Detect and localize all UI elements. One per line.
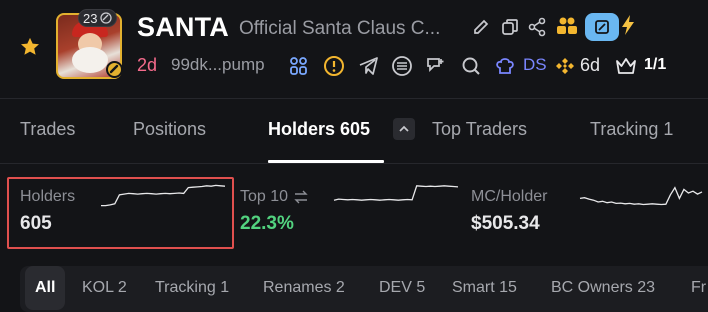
alert-icon[interactable] xyxy=(323,55,345,77)
token-address[interactable]: 99dk...pump xyxy=(171,55,265,75)
bundle-icon[interactable] xyxy=(288,55,310,77)
filter-more[interactable]: Fr xyxy=(681,266,706,310)
tab-tracking[interactable]: Tracking 1 xyxy=(590,119,673,140)
age-badge: 23 xyxy=(78,9,118,27)
tabs-divider xyxy=(0,163,708,164)
holders-label: Holders xyxy=(20,188,76,205)
days-count: 6d xyxy=(580,55,601,75)
star-icon[interactable] xyxy=(19,36,41,58)
filter-dev[interactable]: DEV 5 xyxy=(369,266,435,310)
telegram-icon[interactable] xyxy=(358,55,380,77)
pump-badge-icon xyxy=(106,61,123,78)
clock-icon xyxy=(100,12,113,24)
ds-label: DS xyxy=(523,55,547,74)
share-icon[interactable] xyxy=(527,17,547,37)
copy-icon[interactable] xyxy=(500,17,520,37)
ratio-value: 1/1 xyxy=(644,56,667,73)
edit-icon[interactable] xyxy=(471,17,491,37)
note-icon[interactable] xyxy=(425,55,447,77)
tab-top-traders[interactable]: Top Traders xyxy=(432,119,527,140)
filter-kol[interactable]: KOL 2 xyxy=(72,266,137,310)
token-ticker: SANTA xyxy=(137,12,229,42)
header-divider xyxy=(0,98,708,99)
filter-bc-owners[interactable]: BC Owners 23 xyxy=(541,266,665,310)
chevron-up-icon xyxy=(399,125,409,132)
chef-icon[interactable] xyxy=(494,55,516,77)
search-icon[interactable] xyxy=(460,55,482,77)
filter-tracking[interactable]: Tracking 1 xyxy=(145,266,239,310)
filter-all[interactable]: All xyxy=(25,266,66,310)
age-badge-value: 23 xyxy=(83,10,98,26)
tab-trades[interactable]: Trades xyxy=(20,119,75,140)
message-icon xyxy=(595,20,609,34)
mc-holder-label: MC/Holder xyxy=(471,188,548,205)
tab-positions[interactable]: Positions xyxy=(133,119,206,140)
holders-value: 605 xyxy=(20,213,52,234)
top10-sparkline xyxy=(333,185,459,201)
binance-icon[interactable] xyxy=(555,56,575,76)
holders-icon[interactable] xyxy=(556,16,578,36)
website-icon[interactable] xyxy=(391,55,413,77)
bolt-icon[interactable] xyxy=(620,14,636,36)
top10-label: Top 10 xyxy=(240,188,309,206)
top10-label-text: Top 10 xyxy=(240,188,289,205)
holders-sparkline xyxy=(101,184,226,207)
active-tab-indicator xyxy=(268,160,384,163)
collapse-button[interactable] xyxy=(393,118,415,140)
filter-renames[interactable]: Renames 2 xyxy=(253,266,355,310)
token-name: Official Santa Claus C... xyxy=(239,18,441,39)
tab-holders[interactable]: Holders 605 xyxy=(268,119,370,140)
token-age: 2d xyxy=(137,55,158,75)
filter-smart[interactable]: Smart 15 xyxy=(442,266,527,310)
swap-icon[interactable] xyxy=(293,190,309,204)
mc-holder-sparkline xyxy=(579,186,703,206)
top10-value: 22.3% xyxy=(240,213,294,234)
mc-holder-value: $505.34 xyxy=(471,213,540,234)
crown-icon[interactable] xyxy=(614,55,638,77)
message-button[interactable] xyxy=(585,13,619,41)
